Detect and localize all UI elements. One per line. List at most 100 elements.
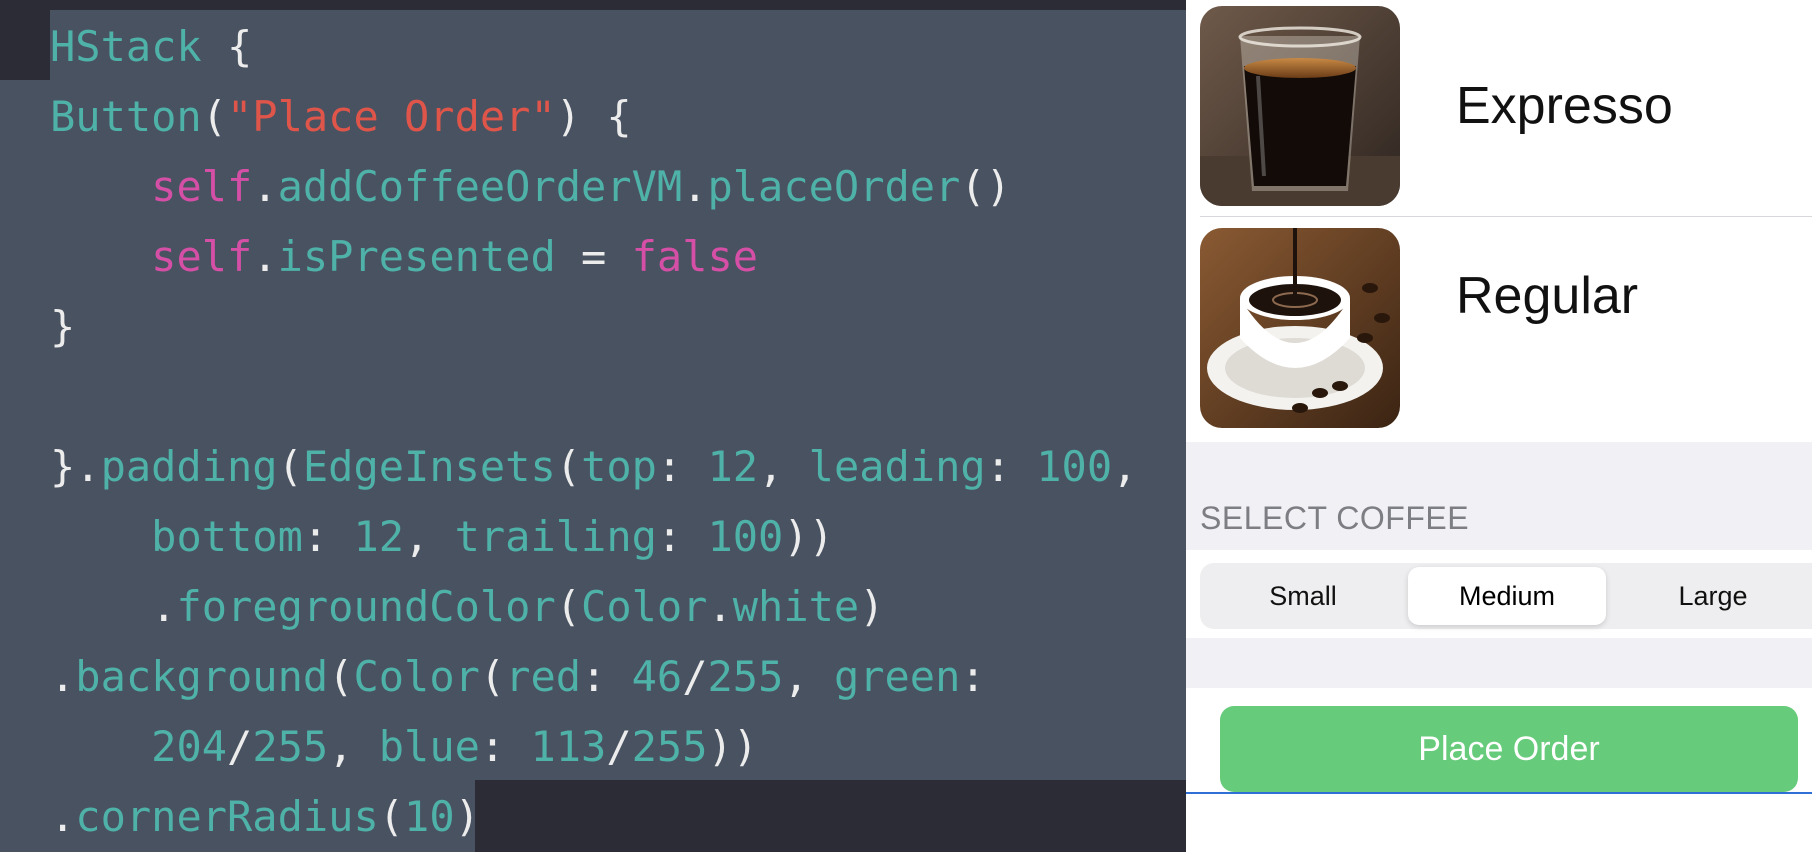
code-line[interactable]: HStack { — [50, 12, 1137, 82]
code-token: { — [201, 22, 253, 71]
place-order-button[interactable]: Place Order — [1220, 706, 1798, 792]
code-token: . — [50, 652, 76, 701]
code-token: "Place Order" — [227, 92, 556, 141]
code-token: : — [985, 442, 1037, 491]
code-line[interactable]: }.padding(EdgeInsets(top: 12, leading: 1… — [50, 432, 1137, 502]
code-token: leading — [808, 442, 986, 491]
code-token: . — [707, 582, 733, 631]
segment-small[interactable]: Small — [1204, 567, 1402, 625]
segment-label: Large — [1678, 580, 1748, 611]
code-token: }. — [50, 442, 101, 491]
code-line[interactable]: 204/255, blue: 113/255)) — [50, 712, 1137, 782]
code-token: cornerRadius — [75, 792, 379, 841]
code-line[interactable]: .foregroundColor(Color.white) — [50, 572, 1137, 642]
code-token: : — [302, 512, 354, 561]
code-token: self — [151, 232, 253, 281]
code-token: , — [404, 512, 455, 561]
code-token: EdgeInsets — [302, 442, 556, 491]
code-line[interactable] — [50, 362, 1137, 432]
code-token: 46 — [631, 652, 683, 701]
code-token: ( — [378, 792, 405, 841]
simulator-preview: Expresso Regular SELECT COFFEE Small Med… — [1186, 0, 1812, 852]
coffee-cup-image — [1200, 228, 1400, 428]
code-editor[interactable]: HStack {Button("Place Order") { self.add… — [0, 0, 1186, 852]
code-line[interactable]: self.isPresented = false — [50, 222, 1137, 292]
size-segmented-control[interactable]: Small Medium Large — [1200, 563, 1812, 629]
code-token: : — [656, 442, 708, 491]
code-token: / — [227, 722, 253, 771]
code-token: 204 — [151, 722, 228, 771]
code-token: : — [479, 722, 531, 771]
code-line[interactable]: .cornerRadius(10) — [50, 782, 1137, 852]
code-token: . — [50, 792, 76, 841]
coffee-name: Regular — [1456, 267, 1639, 325]
code-line[interactable]: } — [50, 292, 1137, 362]
code-token: foregroundColor — [176, 582, 556, 631]
code-line[interactable]: self.addCoffeeOrderVM.placeOrder() — [50, 152, 1137, 222]
code-token: Color — [353, 652, 480, 701]
code-token: } — [50, 302, 76, 351]
code-token: ( — [328, 652, 354, 701]
code-token: ) { — [555, 92, 632, 141]
code-token: bottom — [151, 512, 303, 561]
code-token: ( — [555, 582, 582, 631]
code-token: 100 — [1036, 442, 1113, 491]
code-token: : — [960, 652, 986, 701]
code-token: 255 — [631, 722, 708, 771]
code-line[interactable]: bottom: 12, trailing: 100)) — [50, 502, 1137, 572]
focus-indicator-line — [1186, 792, 1812, 794]
code-token: , — [1112, 442, 1138, 491]
coffee-row-expresso[interactable]: Expresso — [1186, 0, 1812, 220]
code-token: 12 — [353, 512, 405, 561]
code-token: () — [960, 162, 1011, 211]
code-token: = — [555, 232, 632, 281]
code-token: trailing — [454, 512, 657, 561]
code-token: / — [606, 722, 632, 771]
code-token: 113 — [530, 722, 607, 771]
code-token: )) — [783, 512, 834, 561]
code-token: . — [252, 162, 278, 211]
code-token: / — [682, 652, 708, 701]
code-token: ) — [859, 582, 885, 631]
code-token: isPresented — [277, 232, 556, 281]
code-token: red — [505, 652, 582, 701]
code-line[interactable]: .background(Color(red: 46/255, green: — [50, 642, 1137, 712]
code-token: )) — [707, 722, 759, 771]
code-token: : — [581, 652, 632, 701]
code-token: placeOrder — [707, 162, 961, 211]
code-token: HStack — [50, 22, 202, 71]
code-token: self — [151, 162, 253, 211]
coffee-name: Expresso — [1456, 77, 1673, 135]
code-token: . — [682, 162, 708, 211]
espresso-image — [1200, 6, 1400, 206]
code-token: ( — [277, 442, 303, 491]
code-token: : — [656, 512, 708, 561]
code-line[interactable]: Button("Place Order") { — [50, 82, 1137, 152]
code-token: 12 — [707, 442, 759, 491]
code-token: , — [783, 652, 834, 701]
code-token: ( — [479, 652, 506, 701]
code-token: . — [50, 582, 177, 631]
code-token: white — [732, 582, 860, 631]
code-token: ( — [555, 442, 582, 491]
code-token: ( — [201, 92, 228, 141]
code-token: blue — [378, 722, 480, 771]
segment-medium[interactable]: Medium — [1408, 567, 1606, 625]
segment-label: Medium — [1458, 580, 1556, 611]
code-token: 255 — [707, 652, 784, 701]
code-token: green — [833, 652, 961, 701]
segment-large[interactable]: Large — [1614, 567, 1812, 625]
code-token: padding — [100, 442, 278, 491]
row-separator — [1200, 216, 1812, 217]
code-token: top — [581, 442, 657, 491]
code-token: . — [252, 232, 278, 281]
code-token: 100 — [707, 512, 784, 561]
code-token: , — [328, 722, 379, 771]
coffee-row-regular[interactable]: Regular — [1186, 220, 1812, 440]
code-text[interactable]: HStack {Button("Place Order") { self.add… — [50, 12, 1137, 852]
code-token: , — [758, 442, 809, 491]
